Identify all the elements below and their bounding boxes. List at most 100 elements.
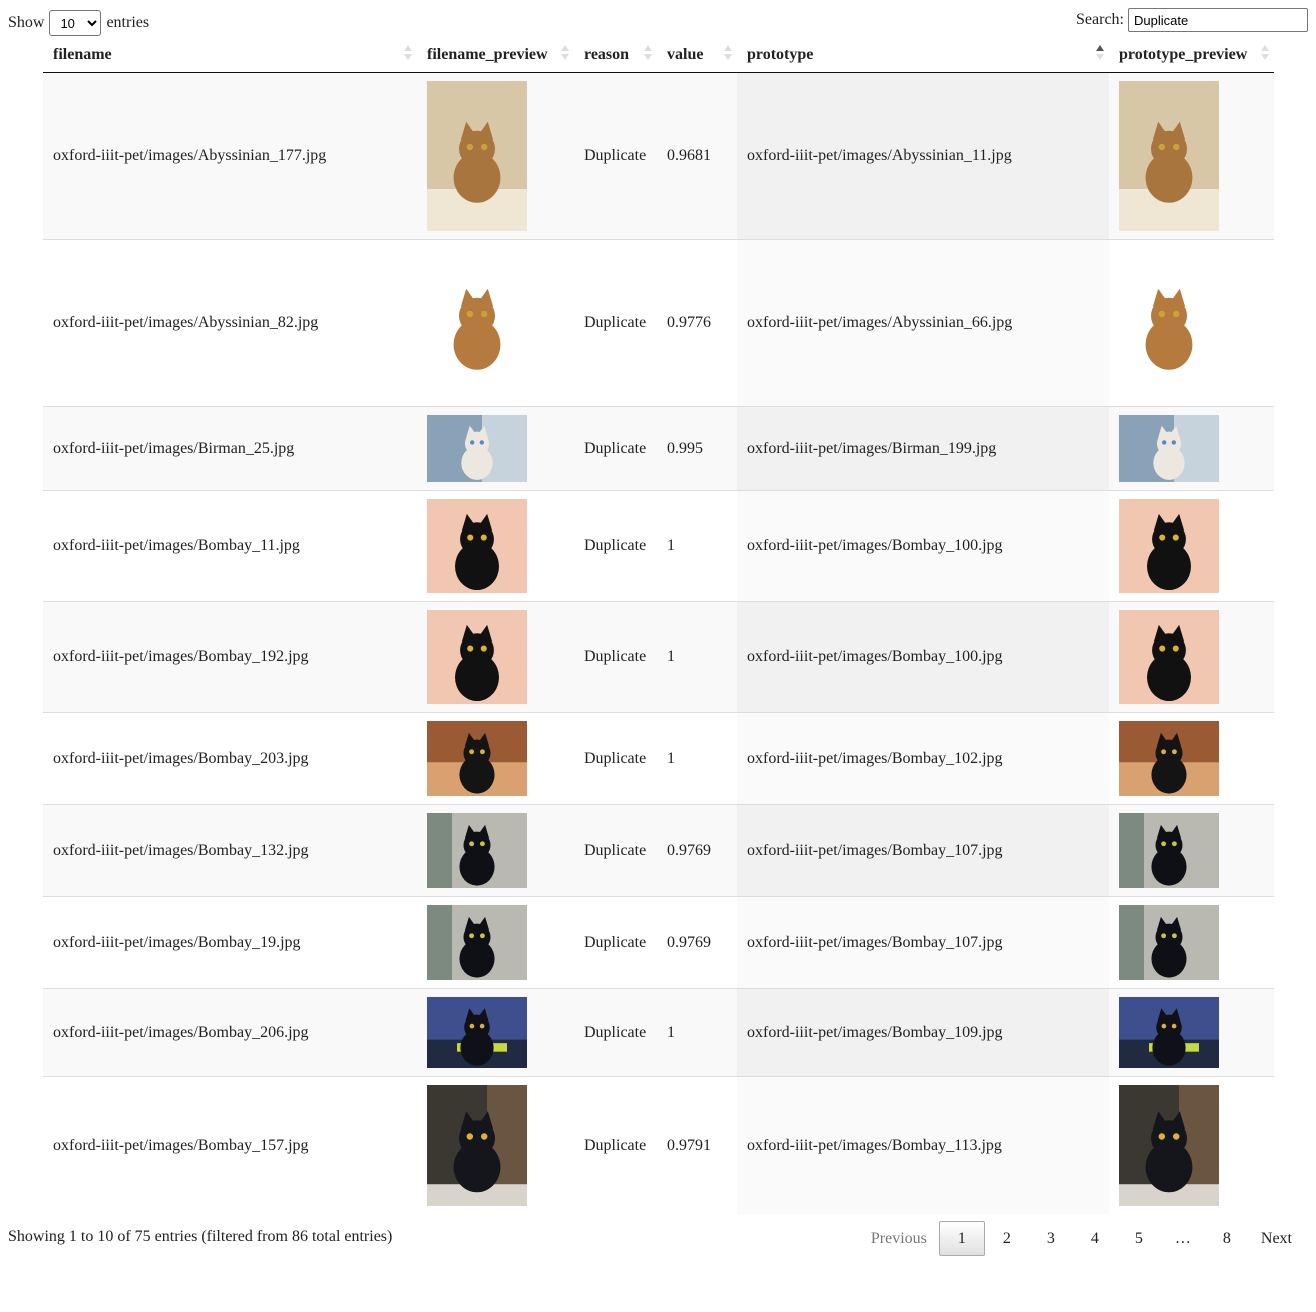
prototype-cell: oxford-iiit-pet/images/Abyssinian_66.jpg xyxy=(737,239,1109,407)
search-input[interactable] xyxy=(1128,8,1308,32)
prototype-preview-image xyxy=(1119,721,1219,796)
prototype-preview-cell xyxy=(1109,712,1274,805)
prototype-preview-image xyxy=(1119,813,1219,888)
table-row: oxford-iiit-pet/images/Abyssinian_82.jpg… xyxy=(43,239,1274,407)
filename-preview-image xyxy=(427,813,527,888)
filename-preview-cell xyxy=(417,406,574,491)
header-row: filename filename_preview reason value p… xyxy=(43,37,1274,73)
prototype-preview-cell xyxy=(1109,804,1274,897)
filename-preview-image xyxy=(427,905,527,980)
table-row: oxford-iiit-pet/images/Bombay_206.jpg Du… xyxy=(43,988,1274,1077)
column-header-filename-preview[interactable]: filename_preview xyxy=(417,37,574,73)
filename-preview-cell xyxy=(417,712,574,805)
reason-cell: Duplicate xyxy=(574,406,657,491)
prototype-preview-cell xyxy=(1109,239,1274,407)
filename-preview-cell xyxy=(417,896,574,989)
column-header-value[interactable]: value xyxy=(657,37,737,73)
table-row: oxford-iiit-pet/images/Abyssinian_177.jp… xyxy=(43,72,1274,240)
filename-cell: oxford-iiit-pet/images/Abyssinian_177.jp… xyxy=(43,72,417,240)
previous-button[interactable]: Previous xyxy=(859,1222,939,1256)
value-cell: 1 xyxy=(657,601,737,713)
table-row: oxford-iiit-pet/images/Bombay_19.jpg Dup… xyxy=(43,896,1274,989)
page-button-5[interactable]: 5 xyxy=(1117,1222,1161,1256)
prototype-preview-cell xyxy=(1109,988,1274,1077)
column-header-prototype[interactable]: prototype xyxy=(737,37,1109,73)
prototype-preview-cell xyxy=(1109,601,1274,713)
table-info: Showing 1 to 10 of 75 entries (filtered … xyxy=(8,1228,393,1245)
prototype-preview-image xyxy=(1119,248,1219,398)
sort-icon xyxy=(403,45,413,63)
prototype-preview-image xyxy=(1119,1085,1219,1206)
filename-preview-image xyxy=(427,81,527,231)
reason-cell: Duplicate xyxy=(574,72,657,240)
filename-preview-cell xyxy=(417,601,574,713)
prototype-preview-image xyxy=(1119,415,1219,482)
value-cell: 1 xyxy=(657,490,737,602)
reason-cell: Duplicate xyxy=(574,601,657,713)
next-button[interactable]: Next xyxy=(1249,1222,1304,1256)
filename-preview-cell xyxy=(417,804,574,897)
reason-cell: Duplicate xyxy=(574,988,657,1077)
prototype-cell: oxford-iiit-pet/images/Bombay_100.jpg xyxy=(737,601,1109,713)
filename-preview-image xyxy=(427,415,527,482)
prototype-preview-image xyxy=(1119,905,1219,980)
prototype-preview-image xyxy=(1119,997,1219,1068)
prototype-cell: oxford-iiit-pet/images/Abyssinian_11.jpg xyxy=(737,72,1109,240)
value-cell: 0.995 xyxy=(657,406,737,491)
filename-cell: oxford-iiit-pet/images/Bombay_157.jpg xyxy=(43,1076,417,1214)
table-row: oxford-iiit-pet/images/Bombay_157.jpg Du… xyxy=(43,1076,1274,1214)
filename-preview-cell xyxy=(417,988,574,1077)
reason-cell: Duplicate xyxy=(574,804,657,897)
value-cell: 0.9681 xyxy=(657,72,737,240)
filename-preview-cell xyxy=(417,1076,574,1214)
prototype-cell: oxford-iiit-pet/images/Bombay_109.jpg xyxy=(737,988,1109,1077)
column-header-prototype-preview[interactable]: prototype_preview xyxy=(1109,37,1274,73)
page-button-1[interactable]: 1 xyxy=(938,1221,985,1256)
prototype-preview-image xyxy=(1119,610,1219,704)
table-row: oxford-iiit-pet/images/Bombay_132.jpg Du… xyxy=(43,804,1274,897)
entries-per-page-select[interactable]: 10 xyxy=(49,10,102,36)
prototype-preview-cell xyxy=(1109,896,1274,989)
length-menu: Show 10 entries xyxy=(8,10,149,36)
prototype-cell: oxford-iiit-pet/images/Bombay_102.jpg xyxy=(737,712,1109,805)
value-cell: 0.9769 xyxy=(657,804,737,897)
pagination-ellipsis: … xyxy=(1174,1229,1191,1247)
show-label: Show xyxy=(8,14,45,31)
value-cell: 0.9769 xyxy=(657,896,737,989)
filename-cell: oxford-iiit-pet/images/Bombay_19.jpg xyxy=(43,896,417,989)
filename-preview-image xyxy=(427,1085,527,1206)
sort-icon xyxy=(723,45,733,63)
column-header-reason[interactable]: reason xyxy=(574,37,657,73)
filename-preview-image xyxy=(427,997,527,1068)
prototype-preview-image xyxy=(1119,81,1219,231)
filename-cell: oxford-iiit-pet/images/Bombay_192.jpg xyxy=(43,601,417,713)
value-cell: 1 xyxy=(657,988,737,1077)
filename-cell: oxford-iiit-pet/images/Bombay_11.jpg xyxy=(43,490,417,602)
prototype-cell: oxford-iiit-pet/images/Bombay_107.jpg xyxy=(737,804,1109,897)
prototype-cell: oxford-iiit-pet/images/Bombay_100.jpg xyxy=(737,490,1109,602)
table-controls: Show 10 entries Search: xyxy=(8,8,1308,36)
filename-preview-cell xyxy=(417,490,574,602)
page-button-8[interactable]: 8 xyxy=(1205,1222,1249,1256)
reason-cell: Duplicate xyxy=(574,1076,657,1214)
filename-cell: oxford-iiit-pet/images/Abyssinian_82.jpg xyxy=(43,239,417,407)
prototype-preview-image xyxy=(1119,499,1219,593)
table-row: oxford-iiit-pet/images/Bombay_192.jpg Du… xyxy=(43,601,1274,713)
table-row: oxford-iiit-pet/images/Bombay_203.jpg Du… xyxy=(43,712,1274,805)
page-button-3[interactable]: 3 xyxy=(1029,1222,1073,1256)
value-cell: 0.9776 xyxy=(657,239,737,407)
table-row: oxford-iiit-pet/images/Birman_25.jpg Dup… xyxy=(43,406,1274,491)
filename-cell: oxford-iiit-pet/images/Bombay_203.jpg xyxy=(43,712,417,805)
filename-preview-cell xyxy=(417,72,574,240)
value-cell: 1 xyxy=(657,712,737,805)
prototype-cell: oxford-iiit-pet/images/Bombay_113.jpg xyxy=(737,1076,1109,1214)
filename-cell: oxford-iiit-pet/images/Birman_25.jpg xyxy=(43,406,417,491)
filename-preview-image xyxy=(427,248,527,398)
prototype-preview-cell xyxy=(1109,406,1274,491)
page-button-4[interactable]: 4 xyxy=(1073,1222,1117,1256)
prototype-cell: oxford-iiit-pet/images/Birman_199.jpg xyxy=(737,406,1109,491)
page-button-2[interactable]: 2 xyxy=(985,1222,1029,1256)
prototype-cell: oxford-iiit-pet/images/Bombay_107.jpg xyxy=(737,896,1109,989)
column-header-filename[interactable]: filename xyxy=(43,37,417,73)
filename-cell: oxford-iiit-pet/images/Bombay_132.jpg xyxy=(43,804,417,897)
